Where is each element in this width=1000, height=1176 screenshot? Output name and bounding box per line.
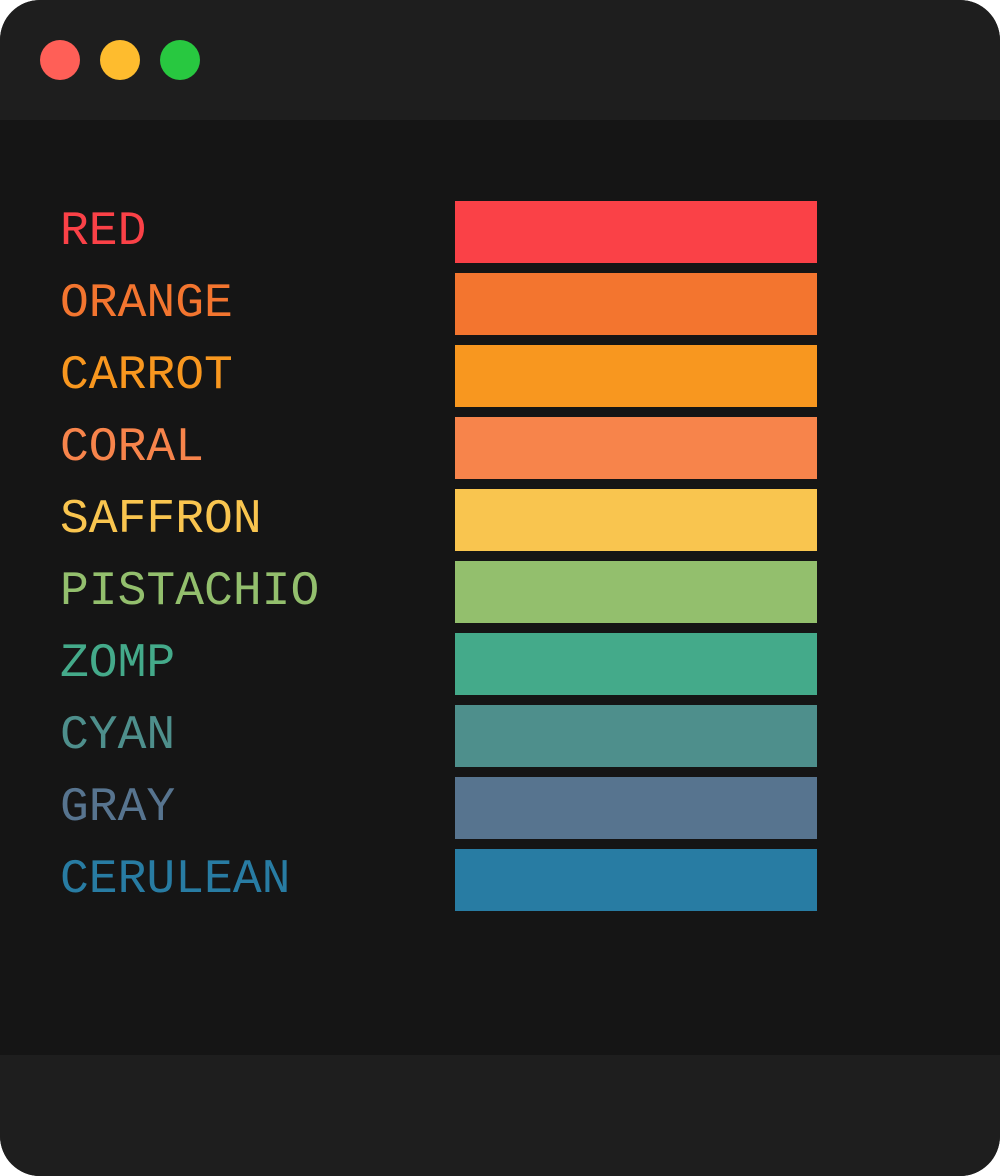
content-area: RED ORANGE CARROT CORAL SAFFRON PISTACHI… (0, 120, 1000, 1055)
color-row: SAFFRON (0, 489, 1000, 551)
color-swatch (455, 273, 817, 335)
color-swatch (455, 561, 817, 623)
color-label: CARROT (60, 349, 233, 403)
color-row: CYAN (0, 705, 1000, 767)
color-row: ZOMP (0, 633, 1000, 695)
color-row: CORAL (0, 417, 1000, 479)
color-swatch (455, 489, 817, 551)
color-row: PISTACHIO (0, 561, 1000, 623)
color-label: SAFFRON (60, 493, 262, 547)
color-swatch (455, 345, 817, 407)
color-row: ORANGE (0, 273, 1000, 335)
color-label: CORAL (60, 421, 205, 475)
color-label: ORANGE (60, 277, 233, 331)
color-row: CERULEAN (0, 849, 1000, 911)
minimize-button[interactable] (100, 40, 140, 80)
zoom-button[interactable] (160, 40, 200, 80)
color-label: ZOMP (60, 637, 176, 691)
color-label: RED (60, 205, 147, 259)
color-list: RED ORANGE CARROT CORAL SAFFRON PISTACHI… (0, 201, 1000, 921)
app-window: RED ORANGE CARROT CORAL SAFFRON PISTACHI… (0, 0, 1000, 1176)
close-button[interactable] (40, 40, 80, 80)
title-bar (0, 0, 1000, 120)
status-bar (0, 1055, 1000, 1176)
color-swatch (455, 777, 817, 839)
color-row: RED (0, 201, 1000, 263)
color-row: GRAY (0, 777, 1000, 839)
color-swatch (455, 849, 817, 911)
color-swatch (455, 705, 817, 767)
color-label: PISTACHIO (60, 565, 320, 619)
color-swatch (455, 417, 817, 479)
color-swatch (455, 633, 817, 695)
color-swatch (455, 201, 817, 263)
color-row: CARROT (0, 345, 1000, 407)
color-label: CYAN (60, 709, 176, 763)
color-label: GRAY (60, 781, 176, 835)
color-label: CERULEAN (60, 853, 291, 907)
